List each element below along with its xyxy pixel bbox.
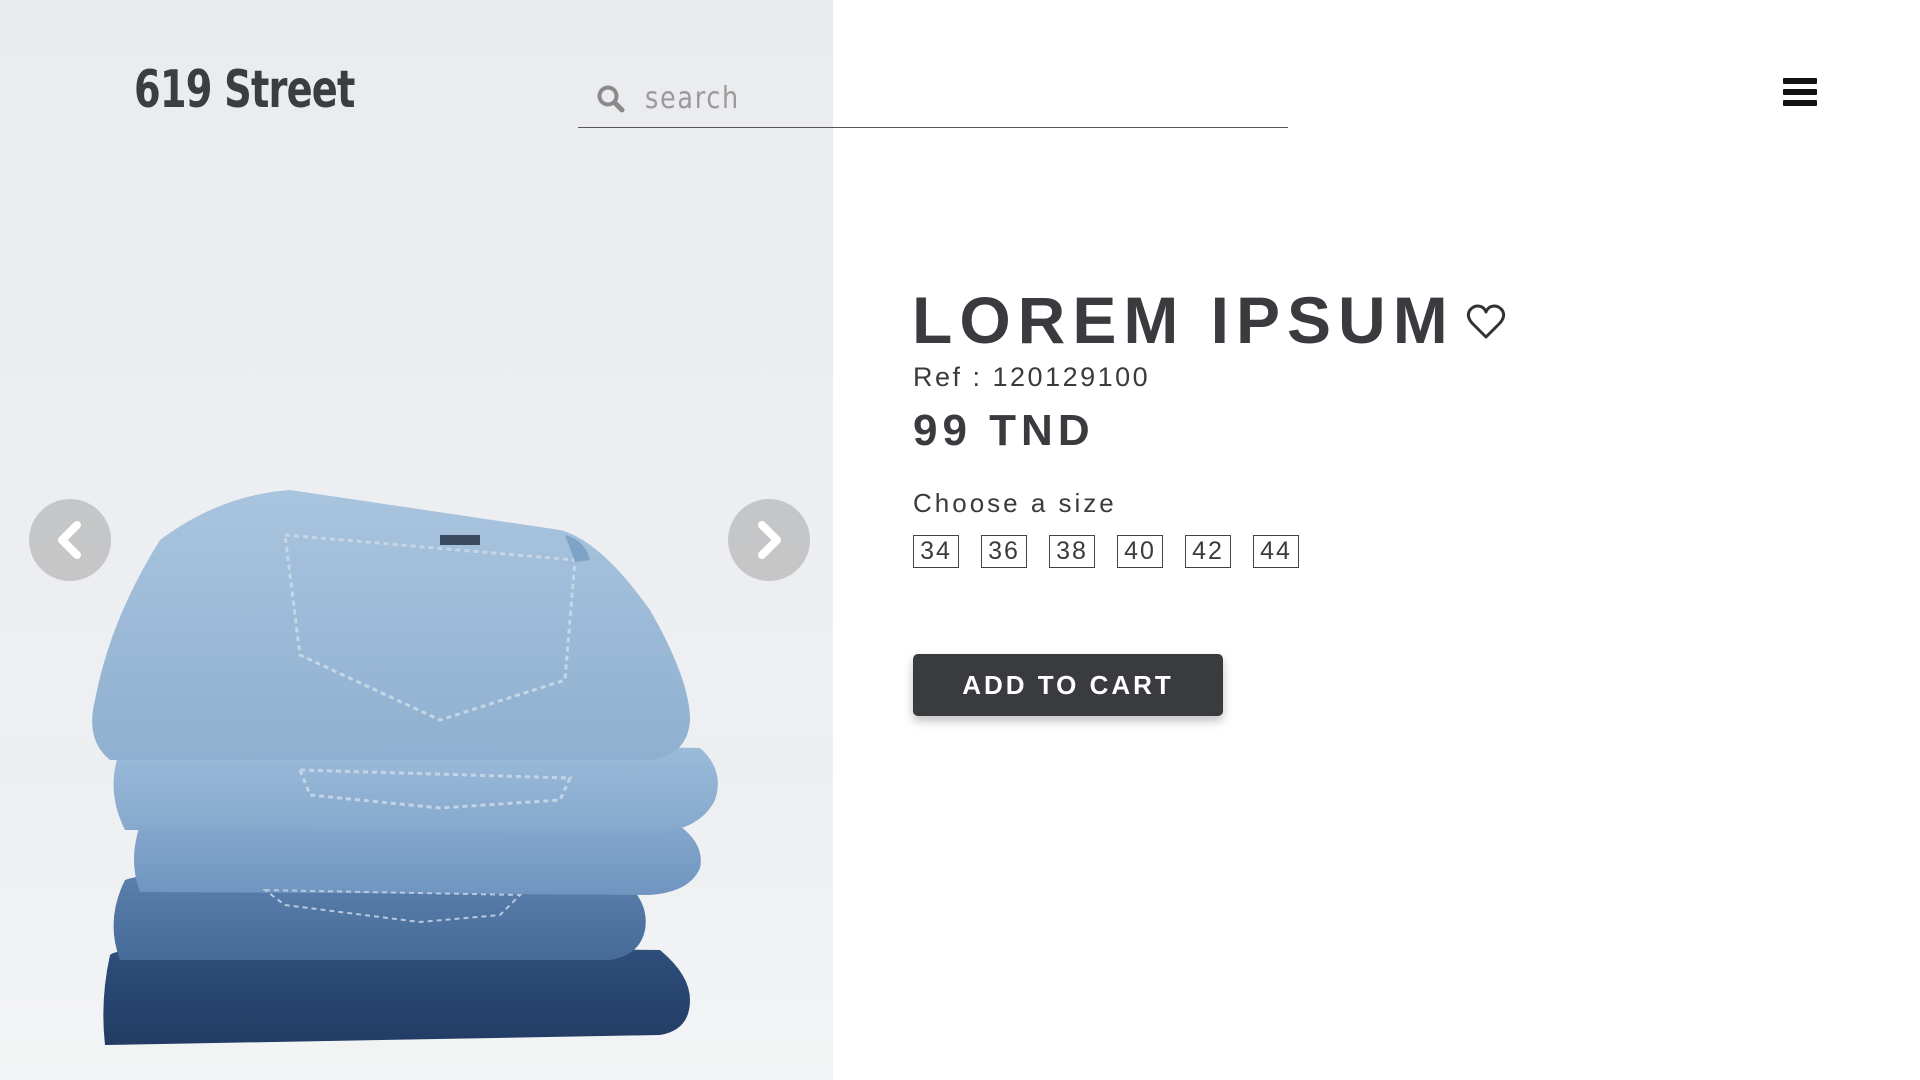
size-option-34[interactable]: 34 [913,535,959,568]
heart-icon[interactable] [1464,300,1508,344]
size-option-40[interactable]: 40 [1117,535,1163,568]
menu-bar [1783,89,1817,95]
size-option-42[interactable]: 42 [1185,535,1231,568]
size-options: 34 36 38 40 42 44 [913,535,1321,568]
prev-image-button[interactable] [29,499,111,581]
size-option-44[interactable]: 44 [1253,535,1299,568]
product-price: 99 TND [913,406,1095,455]
menu-bar [1783,100,1817,106]
chevron-left-icon [58,521,81,559]
next-image-button[interactable] [728,499,810,581]
product-ref: Ref : 120129100 [913,362,1151,392]
menu-bar [1783,78,1817,84]
site-logo[interactable]: 619 Street [134,60,355,120]
search-icon[interactable] [595,83,627,115]
search-bar [578,70,1288,128]
chevron-right-icon [758,521,781,559]
size-option-36[interactable]: 36 [981,535,1027,568]
product-image-jeans-stack [92,490,718,1045]
product-title: LOREM IPSUM [912,283,1455,357]
product-image-panel [0,0,833,1080]
hamburger-menu-icon[interactable] [1783,78,1817,108]
size-label: Choose a size [913,488,1117,518]
size-option-38[interactable]: 38 [1049,535,1095,568]
add-to-cart-button[interactable]: ADD TO CART [913,654,1223,716]
search-input[interactable] [645,81,1155,116]
